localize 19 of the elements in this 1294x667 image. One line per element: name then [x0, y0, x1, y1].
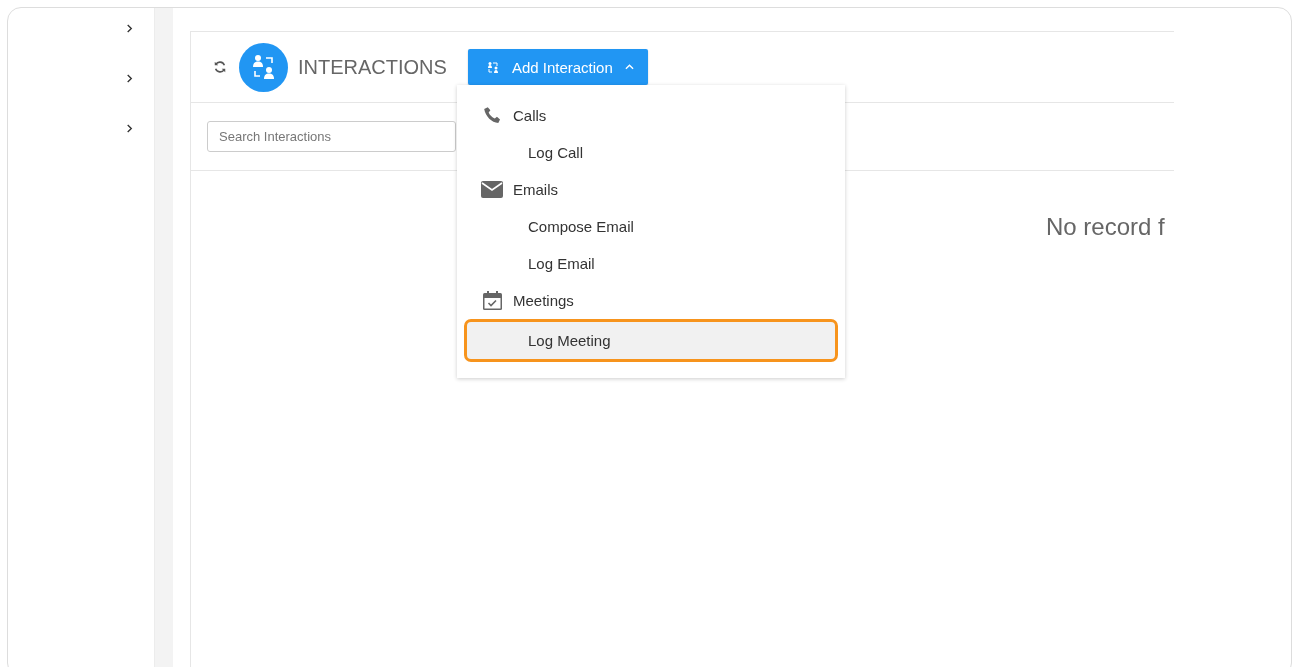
menu-group-label: Emails — [513, 181, 558, 198]
refresh-icon[interactable] — [213, 60, 227, 74]
phone-icon — [481, 105, 503, 126]
chevron-right-icon[interactable] — [125, 74, 134, 83]
envelope-icon — [481, 181, 503, 198]
menu-item[interactable]: Log Call — [464, 134, 838, 171]
menu-group-label: Calls — [513, 107, 547, 124]
empty-message: No record f — [1046, 213, 1165, 240]
people-icon — [239, 42, 288, 92]
menu-group-label: Meetings — [513, 292, 574, 309]
swap-icon — [486, 61, 499, 73]
calendar-icon — [482, 291, 502, 310]
menu-item[interactable]: Compose Email — [464, 208, 838, 245]
chevron-right-icon[interactable] — [125, 24, 134, 33]
chevron-right-icon[interactable] — [125, 124, 134, 133]
menu-item[interactable]: Log Email — [464, 245, 838, 282]
menu-item[interactable]: Log Meeting — [464, 319, 838, 362]
search-field[interactable]: Search Interactions — [207, 121, 456, 152]
panel-title: INTERACTIONS — [298, 55, 447, 79]
